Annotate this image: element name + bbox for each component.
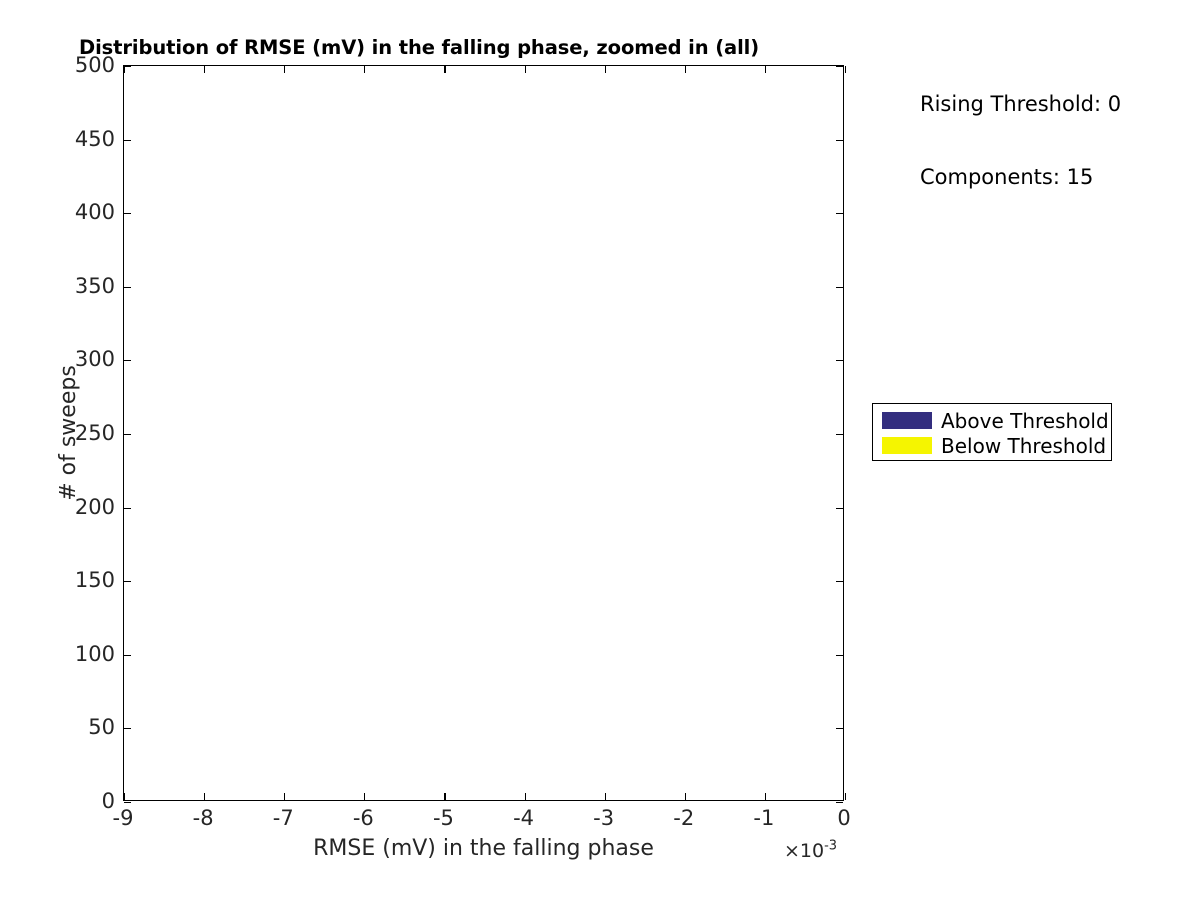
x-tick-top <box>284 66 286 73</box>
annotation-components: Components: 15 <box>920 165 1094 189</box>
y-tick-left <box>124 507 131 509</box>
legend-entry[interactable]: Below Threshold <box>873 433 1111 458</box>
x-tick-bottom <box>524 793 526 800</box>
x-tick-label: -2 <box>673 806 695 830</box>
x-tick-label: -8 <box>192 806 214 830</box>
x-tick-label: -3 <box>593 806 615 830</box>
legend-entry[interactable]: Above Threshold <box>873 408 1111 433</box>
x-tick-top <box>364 66 366 73</box>
legend-entry-label: Below Threshold <box>941 433 1107 458</box>
legend-color-swatch <box>882 412 932 429</box>
y-tick-right <box>836 507 843 509</box>
x-axis-exponent: ×10-3 <box>784 840 837 862</box>
y-tick-right <box>836 360 843 362</box>
x-axis-label: RMSE (mV) in the falling phase <box>313 836 654 861</box>
x-tick-top <box>204 66 206 73</box>
legend-entry-label: Above Threshold <box>941 408 1109 433</box>
plot-box <box>123 65 847 804</box>
y-tick-right <box>836 434 843 436</box>
y-tick-right <box>836 66 843 68</box>
x-tick-bottom <box>364 793 366 800</box>
y-tick-label: 0 <box>101 789 115 813</box>
y-tick-right <box>836 581 843 583</box>
x-tick-label: -4 <box>513 806 535 830</box>
y-axis-label: # of sweeps <box>56 365 81 501</box>
figure-canvas: Distribution of RMSE (mV) in the falling… <box>0 0 1200 900</box>
x-tick-label: -7 <box>272 806 294 830</box>
y-tick-left <box>124 654 131 656</box>
y-tick-left <box>124 286 131 288</box>
x-tick-bottom <box>764 793 766 800</box>
y-tick-label: 50 <box>88 715 115 740</box>
plot-data-area <box>124 66 843 800</box>
legend-color-swatch <box>882 437 932 454</box>
x-tick-top <box>845 66 847 73</box>
y-tick-right <box>836 286 843 288</box>
x-tick-bottom <box>204 793 206 800</box>
x-tick-top <box>764 66 766 73</box>
x-tick-bottom <box>845 793 847 800</box>
x-tick-top <box>444 66 446 73</box>
x-tick-top <box>524 66 526 73</box>
y-tick-left <box>124 360 131 362</box>
x-tick-label: 0 <box>837 806 851 830</box>
y-tick-right <box>836 802 843 804</box>
x-tick-label: -9 <box>112 806 134 830</box>
chart-legend: Above Threshold Below Threshold <box>872 403 1112 461</box>
y-tick-right <box>836 728 843 730</box>
x-axis-exponent-prefix: ×10 <box>784 840 825 862</box>
x-tick-label: -6 <box>352 806 374 830</box>
y-tick-right <box>836 213 843 215</box>
y-tick-left <box>124 213 131 215</box>
x-tick-top <box>684 66 686 73</box>
y-tick-right <box>836 139 843 141</box>
x-tick-bottom <box>444 793 446 800</box>
x-tick-bottom <box>284 793 286 800</box>
y-tick-right <box>836 654 843 656</box>
x-tick-bottom <box>124 793 126 800</box>
x-tick-top <box>604 66 606 73</box>
annotation-rising-threshold: Rising Threshold: 0 <box>920 92 1122 116</box>
y-tick-left <box>124 581 131 583</box>
x-tick-label: -1 <box>753 806 775 830</box>
y-tick-left <box>124 802 131 804</box>
x-tick-bottom <box>684 793 686 800</box>
x-tick-label: -5 <box>432 806 454 830</box>
x-tick-bottom <box>604 793 606 800</box>
x-axis-exponent-power: -3 <box>824 838 838 854</box>
y-tick-left <box>124 66 131 68</box>
y-tick-left <box>124 434 131 436</box>
y-tick-left <box>124 728 131 730</box>
chart-title: Distribution of RMSE (mV) in the falling… <box>79 36 760 59</box>
y-tick-left <box>124 139 131 141</box>
